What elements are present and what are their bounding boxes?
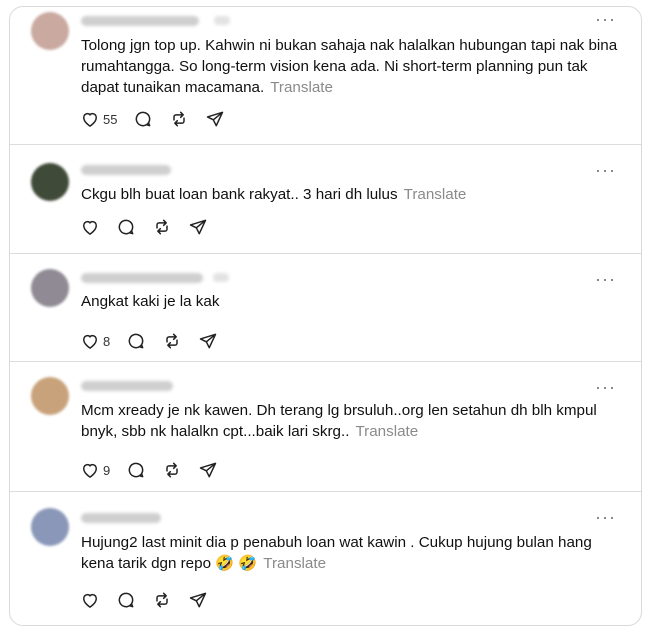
avatar[interactable]	[31, 377, 69, 415]
share-icon	[199, 462, 217, 478]
heart-icon	[83, 593, 97, 608]
share-button[interactable]	[198, 460, 218, 480]
avatar[interactable]	[31, 269, 69, 307]
like-button[interactable]: 55	[80, 109, 117, 129]
reply-post: ··· Ckgu blh buat loan bank rakyat.. 3 h…	[10, 145, 641, 254]
repost-icon	[166, 462, 178, 478]
share-icon	[207, 111, 224, 127]
like-button[interactable]: 8	[80, 331, 110, 351]
more-icon[interactable]: ···	[595, 378, 616, 396]
timestamp-blurred	[213, 273, 229, 282]
username-blurred[interactable]	[81, 513, 161, 523]
more-icon[interactable]: ···	[595, 508, 616, 526]
share-icon	[189, 219, 207, 235]
more-icon[interactable]: ···	[595, 161, 616, 179]
action-bar: 8	[80, 329, 234, 353]
like-button[interactable]	[80, 590, 100, 610]
action-bar	[80, 215, 224, 239]
more-icon[interactable]: ···	[595, 270, 616, 288]
reply-text: Mcm xready je nk kawen. Dh terang lg brs…	[81, 402, 597, 440]
repost-icon	[173, 111, 186, 127]
reply-post: ··· Angkat kaki je la kak 8	[10, 254, 641, 362]
repost-button[interactable]	[152, 217, 172, 237]
like-button[interactable]	[80, 217, 100, 237]
timestamp-blurred	[214, 16, 230, 25]
reply-text: Tolong jgn top up. Kahwin ni bukan sahaj…	[81, 37, 618, 96]
avatar[interactable]	[31, 12, 69, 50]
heart-icon	[83, 220, 97, 235]
reply-button[interactable]	[116, 217, 136, 237]
thread-replies-panel: ··· Tolong jgn top up. Kahwin ni bukan s…	[9, 6, 642, 626]
reply-icon	[118, 219, 134, 235]
reply-post: ··· Mcm xready je nk kawen. Dh terang lg…	[10, 362, 641, 492]
reply-text: Ckgu blh buat loan bank rakyat.. 3 hari …	[81, 186, 467, 203]
reply-icon	[128, 333, 144, 349]
repost-button[interactable]	[169, 109, 189, 129]
reply-button[interactable]	[116, 590, 136, 610]
share-icon	[199, 333, 217, 349]
reply-button[interactable]	[126, 460, 146, 480]
repost-button[interactable]	[152, 590, 172, 610]
share-button[interactable]	[188, 590, 208, 610]
repost-icon	[166, 333, 178, 349]
translate-link[interactable]: Translate	[355, 423, 418, 440]
reply-icon	[118, 592, 134, 608]
repost-button[interactable]	[162, 460, 182, 480]
username-blurred[interactable]	[81, 16, 199, 26]
share-button[interactable]	[188, 217, 208, 237]
reply-button[interactable]	[133, 109, 153, 129]
share-button[interactable]	[198, 331, 218, 351]
translate-link[interactable]: Translate	[263, 555, 326, 572]
repost-icon	[156, 592, 168, 608]
username-blurred[interactable]	[81, 273, 203, 283]
reply-post: ··· Hujung2 last minit dia p penabuh loa…	[10, 492, 641, 625]
reply-icon	[136, 111, 151, 127]
reply-button[interactable]	[126, 331, 146, 351]
action-bar	[80, 588, 224, 612]
heart-icon	[83, 463, 97, 478]
reply-icon	[128, 462, 144, 478]
reply-text: Hujung2 last minit dia p penabuh loan wa…	[81, 534, 592, 572]
heart-icon	[83, 334, 97, 349]
like-count: 8	[103, 333, 111, 349]
repost-button[interactable]	[162, 331, 182, 351]
share-icon	[189, 592, 207, 608]
repost-icon	[156, 219, 168, 235]
avatar[interactable]	[31, 163, 69, 201]
heart-icon	[83, 112, 97, 127]
action-bar: 9	[80, 458, 234, 482]
username-blurred[interactable]	[81, 165, 171, 175]
translate-link[interactable]: Translate	[270, 79, 333, 96]
share-button[interactable]	[205, 109, 225, 129]
avatar[interactable]	[31, 508, 69, 546]
reply-text: Angkat kaki je la kak	[81, 293, 220, 310]
like-count: 55	[103, 111, 118, 127]
reply-post: ··· Tolong jgn top up. Kahwin ni bukan s…	[10, 7, 641, 145]
translate-link[interactable]: Translate	[404, 186, 467, 203]
like-count: 9	[103, 462, 111, 478]
more-icon[interactable]: ···	[595, 10, 616, 28]
like-button[interactable]: 9	[80, 460, 110, 480]
username-blurred[interactable]	[81, 381, 173, 391]
action-bar: 55	[80, 107, 241, 131]
